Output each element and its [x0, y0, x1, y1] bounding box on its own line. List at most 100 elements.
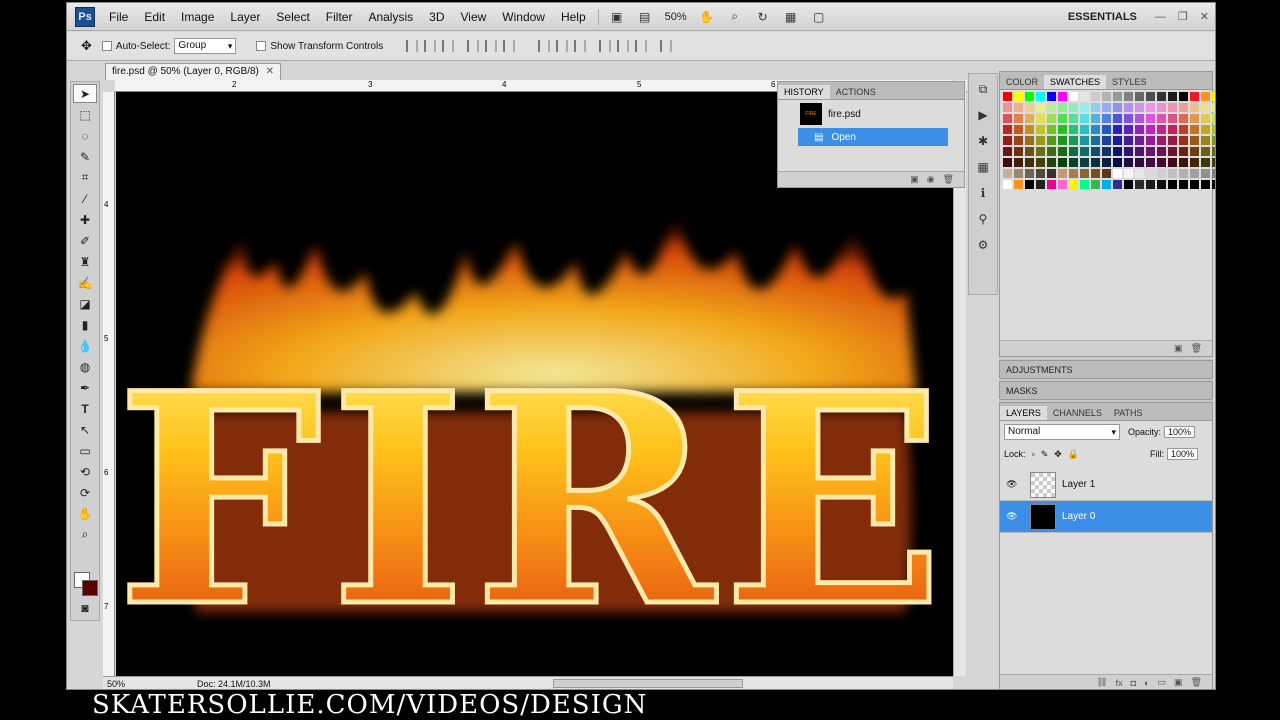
color-swatch[interactable] — [1025, 125, 1034, 134]
color-swatch[interactable] — [1157, 136, 1166, 145]
new-swatch-icon[interactable]: ▣ — [1174, 343, 1183, 354]
color-swatch[interactable] — [1168, 158, 1177, 167]
hand-icon[interactable]: ✋ — [698, 9, 716, 25]
pen-tool-icon[interactable]: ✒ — [73, 378, 97, 397]
color-swatch[interactable] — [1135, 125, 1144, 134]
zoom-icon[interactable]: ⌕ — [726, 9, 744, 25]
color-swatch[interactable] — [1157, 169, 1166, 178]
color-swatch[interactable] — [1201, 158, 1210, 167]
adjustments-title[interactable]: ADJUSTMENTS — [1000, 361, 1212, 379]
color-swatch[interactable] — [1102, 103, 1111, 112]
color-swatch[interactable] — [1124, 103, 1133, 112]
align-hcenter-icon[interactable] — [485, 40, 498, 52]
color-swatch[interactable] — [1146, 125, 1155, 134]
color-swatch[interactable] — [1003, 136, 1012, 145]
color-swatch[interactable] — [1014, 180, 1023, 189]
color-swatch[interactable] — [1025, 92, 1034, 101]
close-icon[interactable]: ✕ — [1200, 10, 1209, 23]
history-brush-tool-icon[interactable]: ✍ — [73, 273, 97, 292]
checkbox-box[interactable] — [101, 41, 112, 51]
color-swatch[interactable] — [1190, 125, 1199, 134]
zoom-tool-icon[interactable]: ⌕ — [73, 525, 97, 544]
align-top-icon[interactable] — [406, 40, 419, 52]
distribute-vcenter-icon[interactable] — [556, 40, 569, 52]
color-swatch[interactable] — [1080, 169, 1089, 178]
screen-mode-icon[interactable]: ▤ — [636, 9, 654, 25]
bridge-icon[interactable]: ▣ — [608, 9, 626, 25]
tab-channels[interactable]: CHANNELS — [1047, 406, 1108, 420]
color-swatch[interactable] — [1124, 114, 1133, 123]
color-swatch[interactable] — [1102, 136, 1111, 145]
menu-file[interactable]: File — [101, 10, 136, 24]
color-swatch[interactable] — [1146, 158, 1155, 167]
lock-pixels-icon[interactable]: ✎ — [1041, 449, 1049, 460]
color-swatch[interactable] — [1091, 169, 1100, 178]
new-layer-icon[interactable]: ▣ — [1174, 677, 1183, 688]
rotate-view-icon[interactable]: ↻ — [754, 9, 772, 25]
color-swatch[interactable] — [1146, 169, 1155, 178]
color-swatch[interactable] — [1190, 180, 1199, 189]
distribute-hcenter-icon[interactable] — [617, 40, 630, 52]
color-swatch[interactable] — [1102, 169, 1111, 178]
color-swatch[interactable] — [1124, 136, 1133, 145]
opacity-input[interactable]: 100% — [1164, 426, 1196, 438]
color-swatch[interactable] — [1080, 103, 1089, 112]
lock-all-icon[interactable]: 🔒 — [1068, 449, 1079, 460]
distribute-left-icon[interactable] — [599, 40, 612, 52]
show-transform-checkbox[interactable]: Show Transform Controls — [256, 41, 383, 52]
color-swatch[interactable] — [1003, 169, 1012, 178]
tool-presets-dock-icon[interactable]: ⚙ — [972, 234, 994, 256]
color-swatch[interactable] — [1135, 147, 1144, 156]
color-swatch[interactable] — [1069, 103, 1078, 112]
menu-image[interactable]: Image — [173, 10, 222, 24]
color-swatch[interactable] — [1113, 158, 1122, 167]
color-swatch[interactable] — [1201, 180, 1210, 189]
arrange-documents-icon[interactable]: ▦ — [782, 9, 800, 25]
blend-mode-select[interactable]: Normal — [1004, 424, 1120, 440]
auto-align-icon[interactable] — [660, 40, 673, 52]
color-swatch[interactable] — [1135, 180, 1144, 189]
navigator-dock-icon[interactable]: ▦ — [972, 156, 994, 178]
snapshot-icon[interactable]: ◉ — [927, 174, 935, 185]
color-swatch[interactable] — [1157, 180, 1166, 189]
color-swatch[interactable] — [1091, 114, 1100, 123]
healing-brush-tool-icon[interactable]: ✚ — [73, 210, 97, 229]
color-swatch[interactable] — [1135, 92, 1144, 101]
lasso-tool-icon[interactable]: ◌ — [73, 126, 97, 145]
eye-icon[interactable]: 👁 — [1006, 511, 1020, 522]
masks-title[interactable]: MASKS — [1000, 382, 1212, 400]
align-left-icon[interactable] — [467, 40, 480, 52]
color-swatch[interactable] — [1179, 92, 1188, 101]
color-swatch[interactable] — [1168, 103, 1177, 112]
color-swatch[interactable] — [1058, 92, 1067, 101]
color-swatch[interactable] — [1102, 158, 1111, 167]
color-swatch[interactable] — [1146, 92, 1155, 101]
color-swatch[interactable] — [1135, 136, 1144, 145]
color-swatch[interactable] — [1102, 180, 1111, 189]
color-swatch[interactable] — [1014, 147, 1023, 156]
move-tool-icon[interactable]: ➤ — [73, 84, 97, 103]
menu-select[interactable]: Select — [268, 10, 317, 24]
color-swatch[interactable] — [1069, 169, 1078, 178]
info-dock-icon[interactable]: ℹ — [972, 182, 994, 204]
color-swatch[interactable] — [1168, 114, 1177, 123]
color-swatch[interactable] — [1025, 158, 1034, 167]
close-tab-icon[interactable]: ✕ — [266, 64, 274, 80]
color-swatch[interactable] — [1157, 125, 1166, 134]
color-swatch[interactable] — [1091, 125, 1100, 134]
clone-stamp-tool-icon[interactable]: ♜ — [73, 252, 97, 271]
color-swatch[interactable] — [1036, 180, 1045, 189]
color-swatch[interactable] — [1201, 136, 1210, 145]
color-swatch[interactable] — [1168, 136, 1177, 145]
move-tool-icon[interactable]: ✥ — [81, 38, 92, 54]
color-swatch[interactable] — [1179, 114, 1188, 123]
color-swatch[interactable] — [1168, 169, 1177, 178]
color-swatch[interactable] — [1113, 169, 1122, 178]
color-swatch[interactable] — [1113, 114, 1122, 123]
color-swatch[interactable] — [1124, 158, 1133, 167]
tab-actions[interactable]: ACTIONS — [830, 85, 882, 99]
color-swatch[interactable] — [1091, 92, 1100, 101]
type-tool-icon[interactable]: T — [73, 399, 97, 418]
status-doc-size[interactable]: Doc: 24.1M/10.3M — [197, 679, 271, 689]
eye-icon[interactable]: 👁 — [1006, 479, 1020, 490]
